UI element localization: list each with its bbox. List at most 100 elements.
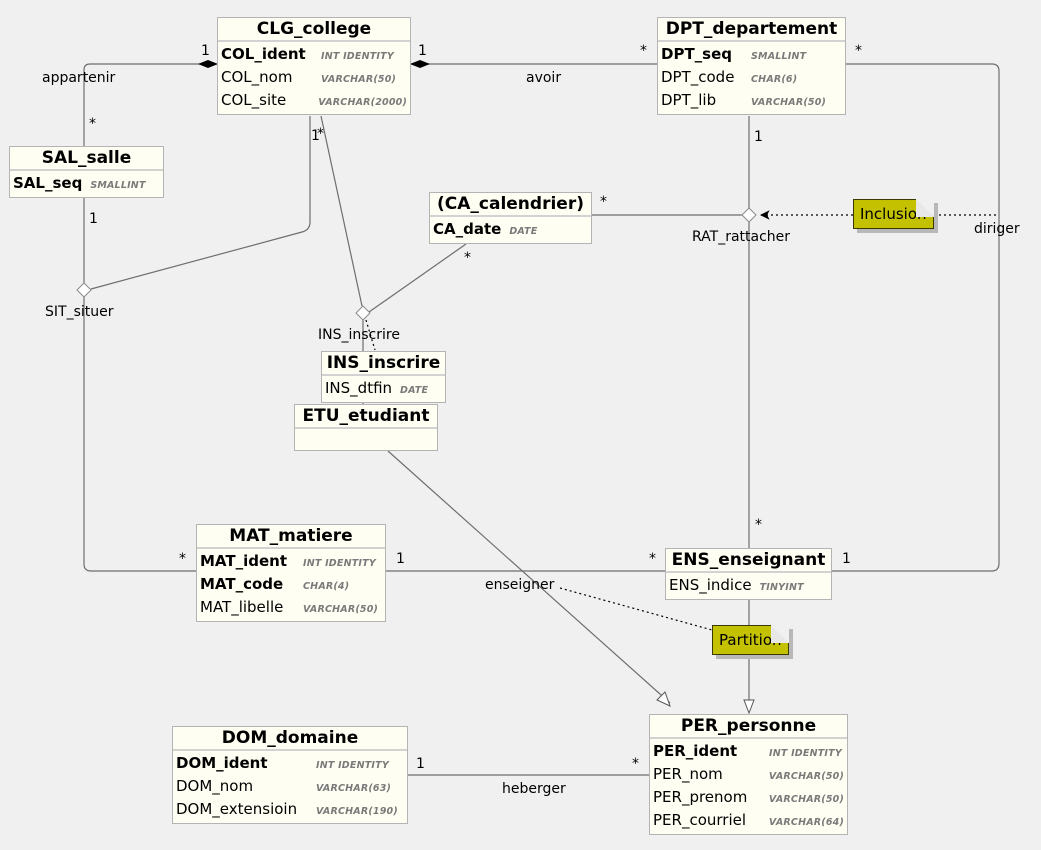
entity-mat-matiere[interactable]: MAT_matiere MAT_ident INT IDENTITY MAT_co… <box>196 524 386 622</box>
multiplicity: 1 <box>842 551 851 567</box>
note-fold-icon <box>770 625 789 643</box>
field-name: COL_site <box>221 91 287 109</box>
note-partition[interactable]: Partition <box>712 625 789 655</box>
multiplicity: * <box>649 551 656 567</box>
multiplicity: * <box>600 194 607 210</box>
field-row[interactable]: INS_dtfin DATE <box>325 377 442 400</box>
association-label-appartenir: appartenir <box>42 70 116 86</box>
field-type: VARCHAR(50) <box>751 97 827 108</box>
field-type: CHAR(6) <box>751 74 798 85</box>
multiplicity: * <box>179 551 186 567</box>
entity-ens-enseignant[interactable]: ENS_enseignant ENS_indice TINYINT <box>665 548 832 600</box>
field-row[interactable]: PER_nom VARCHAR(50) <box>653 763 844 786</box>
link-situer-mat[interactable] <box>83 297 197 572</box>
field-name: MAT_ident <box>200 552 288 570</box>
field-row[interactable]: PER_ident INT IDENTITY <box>653 740 844 763</box>
entity-title: PER_personne <box>650 715 847 739</box>
multiplicity: * <box>317 126 324 142</box>
field-name: MAT_code <box>200 575 284 593</box>
field-row[interactable]: MAT_libelle VARCHAR(50) <box>200 596 382 619</box>
field-type: SMALLINT <box>90 180 146 191</box>
field-name: COL_nom <box>221 68 293 86</box>
field-name: COL_ident <box>221 45 306 63</box>
field-name: PER_ident <box>653 742 738 760</box>
field-row[interactable]: DOM_extensioin VARCHAR(190) <box>176 798 404 821</box>
field-row[interactable]: DPT_code CHAR(6) <box>661 66 842 89</box>
association-label-inscrire: INS_inscrire <box>318 327 400 343</box>
field-type: CHAR(4) <box>303 581 350 592</box>
association-diamond-situer-icon[interactable] <box>76 282 92 298</box>
multiplicity: 1 <box>416 756 425 772</box>
field-row[interactable]: COL_nom VARCHAR(50) <box>221 66 407 89</box>
link-inscrire-clg[interactable] <box>320 115 363 307</box>
field-type: INT IDENTITY <box>303 558 376 569</box>
field-row[interactable]: COL_ident INT IDENTITY <box>221 43 407 66</box>
entity-title: CLG_college <box>218 18 410 42</box>
note-inclusion[interactable]: Inclusion <box>853 199 934 229</box>
entity-title: (CA_calendrier) <box>430 193 591 217</box>
field-type: VARCHAR(50) <box>303 604 379 615</box>
link-diriger[interactable] <box>830 63 1000 572</box>
entity-dom-domaine[interactable]: DOM_domaine DOM_ident INT IDENTITY DOM_no… <box>172 726 408 824</box>
note-fold-icon <box>915 199 934 217</box>
multiplicity: * <box>855 43 862 59</box>
generalization-arrow-icon <box>743 699 755 715</box>
field-row[interactable]: SAL_seq SMALLINT <box>13 172 160 195</box>
field-type: VARCHAR(64) <box>768 817 844 828</box>
field-row[interactable]: CA_date DATE <box>433 218 588 241</box>
field-row[interactable]: MAT_code CHAR(4) <box>200 573 382 596</box>
field-name: DPT_lib <box>661 91 717 109</box>
entity-title: SAL_salle <box>10 147 163 171</box>
diagram-canvas: CLG_college COL_ident INT IDENTITY COL_no… <box>0 0 1041 850</box>
field-row[interactable]: DOM_nom VARCHAR(63) <box>176 775 404 798</box>
field-row[interactable]: DPT_lib VARCHAR(50) <box>661 89 842 112</box>
field-row[interactable]: MAT_ident INT IDENTITY <box>200 550 382 573</box>
multiplicity: 1 <box>396 551 405 567</box>
composition-diamond-icon <box>198 60 218 68</box>
association-label-rattacher: RAT_rattacher <box>692 229 791 245</box>
link-inscrire-ca[interactable] <box>368 243 467 313</box>
association-label-avoir: avoir <box>526 70 562 86</box>
field-name: DOM_extensioin <box>176 800 298 818</box>
entity-etu-etudiant[interactable]: ETU_etudiant <box>294 404 438 451</box>
multiplicity: 1 <box>418 43 427 59</box>
entity-clg-college[interactable]: CLG_college COL_ident INT IDENTITY COL_no… <box>217 17 411 115</box>
field-row[interactable]: PER_prenom VARCHAR(50) <box>653 786 844 809</box>
entity-title: INS_inscrire <box>322 352 445 376</box>
link-situer-clg[interactable] <box>90 116 311 290</box>
association-label-enseigner: enseigner <box>485 577 555 593</box>
field-row[interactable]: COL_site VARCHAR(2000) <box>221 89 407 112</box>
entity-ca-calendrier[interactable]: (CA_calendrier) CA_date DATE <box>429 192 592 244</box>
entity-sal-salle[interactable]: SAL_salle SAL_seq SMALLINT <box>9 146 164 198</box>
entity-title: DPT_departement <box>658 18 845 42</box>
field-name: DOM_nom <box>176 777 254 795</box>
association-diamond-rattacher-icon[interactable] <box>741 207 757 223</box>
association-class-ins-inscrire[interactable]: INS_inscrire INS_dtfin DATE <box>321 351 446 403</box>
field-name: ENS_indice <box>669 576 752 594</box>
generalization-arrow-icon <box>656 691 671 707</box>
field-row[interactable]: PER_courriel VARCHAR(64) <box>653 809 844 832</box>
multiplicity: * <box>640 43 647 59</box>
entity-title: DOM_domaine <box>173 727 407 751</box>
field-row[interactable]: DOM_ident INT IDENTITY <box>176 752 404 775</box>
entity-per-personne[interactable]: PER_personne PER_ident INT IDENTITY PER_n… <box>649 714 848 835</box>
association-diamond-inscrire-icon[interactable] <box>355 305 371 321</box>
field-name: MAT_libelle <box>200 598 284 616</box>
multiplicity: 1 <box>754 129 763 145</box>
multiplicity: * <box>755 517 762 533</box>
field-name: DPT_code <box>661 68 735 86</box>
field-name: CA_date <box>433 220 502 238</box>
field-name: SAL_seq <box>13 174 83 192</box>
multiplicity: 1 <box>89 211 98 227</box>
multiplicity: 1 <box>201 43 210 59</box>
field-name: INS_dtfin <box>325 379 393 397</box>
entity-dpt-departement[interactable]: DPT_departement DPT_seq SMALLINT DPT_code… <box>657 17 846 115</box>
field-row[interactable]: ENS_indice TINYINT <box>669 574 828 597</box>
field-name: PER_courriel <box>653 811 747 829</box>
association-label-heberger: heberger <box>502 781 566 797</box>
field-row[interactable]: DPT_seq SMALLINT <box>661 43 842 66</box>
field-type: SMALLINT <box>751 51 807 62</box>
field-type: DATE <box>509 226 538 237</box>
field-type: INT IDENTITY <box>316 760 389 771</box>
field-type: INT IDENTITY <box>769 748 842 759</box>
